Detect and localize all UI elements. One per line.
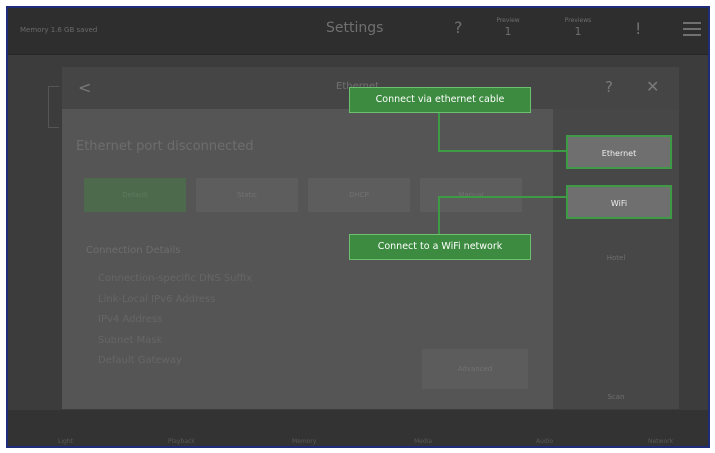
bottom-item-playback[interactable]: Playback	[168, 438, 195, 445]
tab-static[interactable]: Static	[196, 178, 298, 212]
ethernet-connector	[438, 113, 440, 151]
preview-counter-label: Preview	[496, 17, 520, 24]
sidebar-item-hotel[interactable]: Hotel	[553, 254, 679, 262]
top-bar: Memory 1.6 GB saved Settings ? Preview 1…	[8, 8, 708, 55]
ethernet-callout: Connect via ethernet cable	[349, 87, 531, 113]
preview-counter[interactable]: Preview 1	[488, 17, 528, 38]
close-icon[interactable]: ✕	[646, 77, 659, 96]
detail-gateway: Default Gateway	[98, 355, 182, 366]
bottom-item-network[interactable]: Network	[648, 438, 673, 445]
menu-icon[interactable]	[683, 22, 701, 36]
tab-dhcp[interactable]: DHCP	[308, 178, 410, 212]
wifi-connector	[438, 196, 440, 234]
wifi-callout: Connect to a WiFi network	[349, 234, 531, 260]
wifi-connector-h	[438, 196, 566, 198]
bottom-item-media[interactable]: Media	[414, 438, 432, 445]
app-window: Memory 1.6 GB saved Settings ? Preview 1…	[6, 6, 710, 448]
detail-dns-suffix: Connection-specific DNS Suffix	[98, 273, 253, 284]
advanced-button[interactable]: Advanced	[422, 349, 528, 389]
background-tab	[48, 86, 59, 128]
ethernet-connector-h	[438, 150, 566, 152]
bottom-item-memory[interactable]: Memory	[292, 438, 316, 445]
detail-subnet: Subnet Mask	[98, 335, 163, 346]
previews-counter-value: 1	[574, 25, 582, 38]
bottom-item-audio[interactable]: Audio	[536, 438, 553, 445]
preview-counter-value: 1	[504, 25, 512, 38]
connection-status: Ethernet port disconnected	[76, 139, 254, 154]
ethernet-button[interactable]: Ethernet	[566, 135, 672, 169]
bottom-item-light[interactable]: Light	[58, 438, 73, 445]
page-title: Settings	[326, 20, 384, 36]
detail-ipv4: IPv4 Address	[98, 314, 163, 325]
tab-default[interactable]: Default	[84, 178, 186, 212]
help-icon[interactable]: ?	[454, 18, 463, 37]
details-heading: Connection Details	[86, 245, 181, 256]
memory-status: Memory 1.6 GB saved	[20, 26, 98, 34]
alert-icon[interactable]: !	[635, 19, 641, 38]
tab-manual[interactable]: Manual	[420, 178, 522, 212]
previews-counter-label: Previews	[564, 17, 592, 24]
dialog-help-icon[interactable]: ?	[605, 78, 613, 96]
detail-ipv6: Link-Local IPv6 Address	[98, 294, 216, 305]
scan-button[interactable]: Scan	[553, 393, 679, 401]
back-chevron-icon[interactable]: <	[78, 78, 91, 97]
wifi-button[interactable]: WiFi	[566, 185, 672, 219]
bottom-bar: Light Playback Memory Media Audio Networ…	[8, 410, 708, 446]
previews-counter[interactable]: Previews 1	[558, 17, 598, 38]
